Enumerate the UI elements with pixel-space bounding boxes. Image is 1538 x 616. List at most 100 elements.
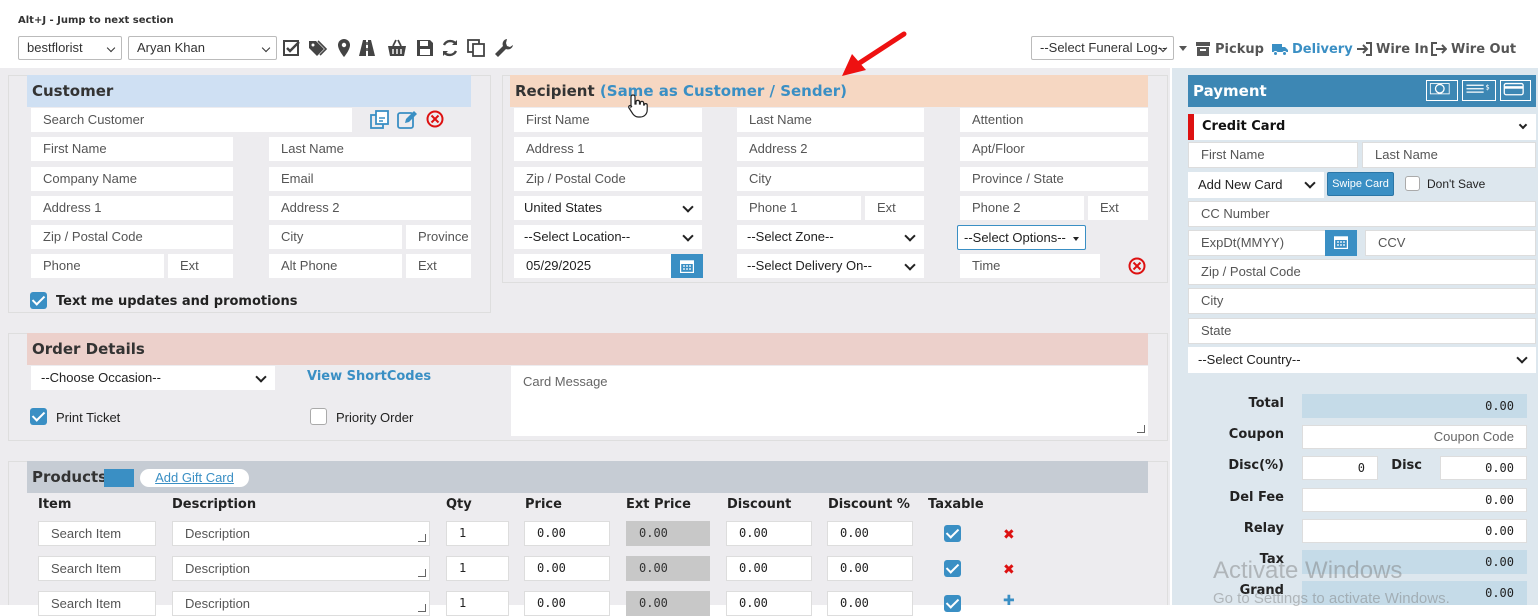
resize-handle-icon[interactable] — [1137, 425, 1145, 433]
customer-email-input[interactable]: Email — [269, 167, 471, 191]
customer-address1-input[interactable]: Address 1 — [31, 196, 233, 220]
customer-company-input[interactable]: Company Name — [31, 167, 233, 191]
price-input[interactable]: 0.00 — [524, 521, 610, 546]
discount-pct-input[interactable]: 0.00 — [827, 521, 913, 546]
recipient-province-state-input[interactable]: Province / State — [960, 167, 1148, 191]
recipient-zip-input[interactable]: Zip / Postal Code — [514, 167, 702, 191]
qty-input[interactable]: 1 — [446, 521, 509, 546]
qty-input[interactable]: 1 — [446, 591, 509, 616]
relay-input[interactable]: 0.00 — [1302, 519, 1527, 543]
add-gift-card-link[interactable]: Add Gift Card — [140, 469, 249, 487]
copy-icon[interactable] — [466, 38, 486, 58]
exp-date-input[interactable]: ExpDt(MMYY) — [1188, 230, 1326, 256]
billing-country-select[interactable]: --Select Country-- — [1188, 347, 1536, 373]
user-select[interactable]: Aryan Khan — [128, 36, 277, 60]
credit-card-icon[interactable] — [1500, 80, 1531, 101]
date-picker-button[interactable] — [671, 254, 703, 278]
customer-phone-input[interactable]: Phone — [31, 254, 164, 278]
item-search-input[interactable]: Search Item — [38, 521, 156, 546]
check-payment-icon[interactable]: $ — [1462, 80, 1496, 101]
basket-icon[interactable] — [387, 38, 407, 58]
recipient-address1-input[interactable]: Address 1 — [514, 137, 702, 161]
view-shortcodes-link[interactable]: View ShortCodes — [307, 369, 431, 384]
remove-row-icon[interactable]: ✖ — [1003, 526, 1015, 543]
card-message-textarea[interactable]: Card Message — [511, 366, 1148, 436]
customer-alt-phone-input[interactable]: Alt Phone — [269, 254, 402, 278]
check-square-icon[interactable] — [282, 38, 302, 58]
customer-last-name-input[interactable]: Last Name — [269, 137, 471, 161]
clear-recipient-icon[interactable] — [1128, 257, 1146, 275]
discount-input[interactable]: 0.00 — [726, 556, 812, 581]
customer-alt-ext-input[interactable]: Ext — [406, 254, 471, 278]
discount-pct-input[interactable]: 0.00 — [827, 591, 913, 616]
customer-search-input[interactable]: Search Customer — [31, 108, 352, 132]
cash-icon[interactable] — [1426, 80, 1458, 101]
recipient-delivery-on-select[interactable]: --Select Delivery On-- — [737, 254, 924, 278]
taxable-checkbox[interactable] — [944, 595, 961, 612]
funeral-log-select[interactable]: --Select Funeral Log-- — [1031, 36, 1174, 60]
customer-phone-ext-input[interactable]: Ext — [168, 254, 233, 278]
payment-method-select[interactable]: Credit Card — [1188, 114, 1536, 140]
taxable-checkbox[interactable] — [944, 525, 961, 542]
price-input[interactable]: 0.00 — [524, 591, 610, 616]
price-input[interactable]: 0.00 — [524, 556, 610, 581]
recipient-attention-input[interactable]: Attention — [960, 108, 1148, 132]
ccv-input[interactable]: CCV — [1365, 230, 1536, 256]
discount-input[interactable]: 0.00 — [726, 521, 812, 546]
billing-zip-input[interactable]: Zip / Postal Code — [1188, 259, 1536, 285]
disc-input[interactable]: 0.00 — [1440, 456, 1527, 480]
qty-input[interactable]: 1 — [446, 556, 509, 581]
exp-date-picker-button[interactable] — [1325, 230, 1357, 256]
add-product-button[interactable] — [104, 469, 134, 487]
delivery-link[interactable]: Delivery — [1272, 41, 1353, 57]
text-me-checkbox[interactable] — [30, 292, 47, 309]
recipient-phone1-input[interactable]: Phone 1 — [737, 196, 861, 220]
billing-state-input[interactable]: State — [1188, 318, 1536, 344]
customer-zip-input[interactable]: Zip / Postal Code — [31, 225, 233, 249]
priority-order-checkbox[interactable] — [310, 408, 327, 425]
wire-out-link[interactable]: Wire Out — [1431, 41, 1516, 57]
customer-city-input[interactable]: City — [269, 225, 402, 249]
recipient-phone2-input[interactable]: Phone 2 — [960, 196, 1084, 220]
save-icon[interactable] — [415, 38, 435, 58]
coupon-code-input[interactable]: Coupon Code — [1302, 425, 1527, 449]
card-first-name-input[interactable]: First Name — [1188, 142, 1358, 168]
item-search-input[interactable]: Search Item — [38, 556, 156, 581]
recipient-address2-input[interactable]: Address 2 — [737, 137, 924, 161]
recipient-options-select[interactable]: --Select Options-- — [957, 225, 1086, 250]
remove-row-icon[interactable]: ✖ — [1003, 561, 1015, 578]
description-input[interactable]: Description — [172, 521, 430, 546]
recipient-zone-select[interactable]: --Select Zone-- — [737, 225, 924, 249]
taxable-checkbox[interactable] — [944, 560, 961, 577]
swipe-card-button[interactable]: Swipe Card — [1327, 172, 1394, 196]
recipient-time-input[interactable]: Time — [960, 254, 1100, 278]
wrench-icon[interactable] — [494, 38, 514, 58]
discount-input[interactable]: 0.00 — [726, 591, 812, 616]
refresh-icon[interactable] — [440, 38, 460, 58]
recipient-last-name-input[interactable]: Last Name — [737, 108, 924, 132]
recipient-date-input[interactable]: 05/29/2025 — [514, 254, 671, 278]
recipient-city-input[interactable]: City — [737, 167, 924, 191]
customer-first-name-input[interactable]: First Name — [31, 137, 233, 161]
add-row-icon[interactable]: ✚ — [1003, 592, 1015, 609]
saved-card-select[interactable]: Add New Card — [1188, 172, 1324, 198]
recipient-phone1-ext-input[interactable]: Ext — [865, 196, 924, 220]
occasion-select[interactable]: --Choose Occasion-- — [31, 366, 275, 390]
recipient-location-select[interactable]: --Select Location-- — [514, 225, 702, 249]
edit-customer-icon[interactable] — [397, 110, 417, 130]
dont-save-checkbox[interactable] — [1405, 176, 1420, 191]
pickup-link[interactable]: Pickup — [1195, 41, 1264, 57]
clear-customer-icon[interactable] — [426, 110, 444, 128]
item-search-input[interactable]: Search Item — [38, 591, 156, 616]
map-marker-icon[interactable] — [334, 38, 354, 58]
recipient-phone2-ext-input[interactable]: Ext — [1088, 196, 1148, 220]
recipient-first-name-input[interactable]: First Name — [514, 108, 702, 132]
cc-number-input[interactable]: CC Number — [1188, 201, 1536, 227]
description-input[interactable]: Description — [172, 556, 430, 581]
caret-down-icon[interactable] — [1179, 46, 1187, 51]
print-ticket-checkbox[interactable] — [30, 408, 47, 425]
customer-province-input[interactable]: Province — [406, 225, 471, 249]
wire-in-link[interactable]: Wire In — [1356, 41, 1429, 57]
copy-to-recipient-icon[interactable] — [370, 110, 390, 130]
billing-city-input[interactable]: City — [1188, 288, 1536, 314]
